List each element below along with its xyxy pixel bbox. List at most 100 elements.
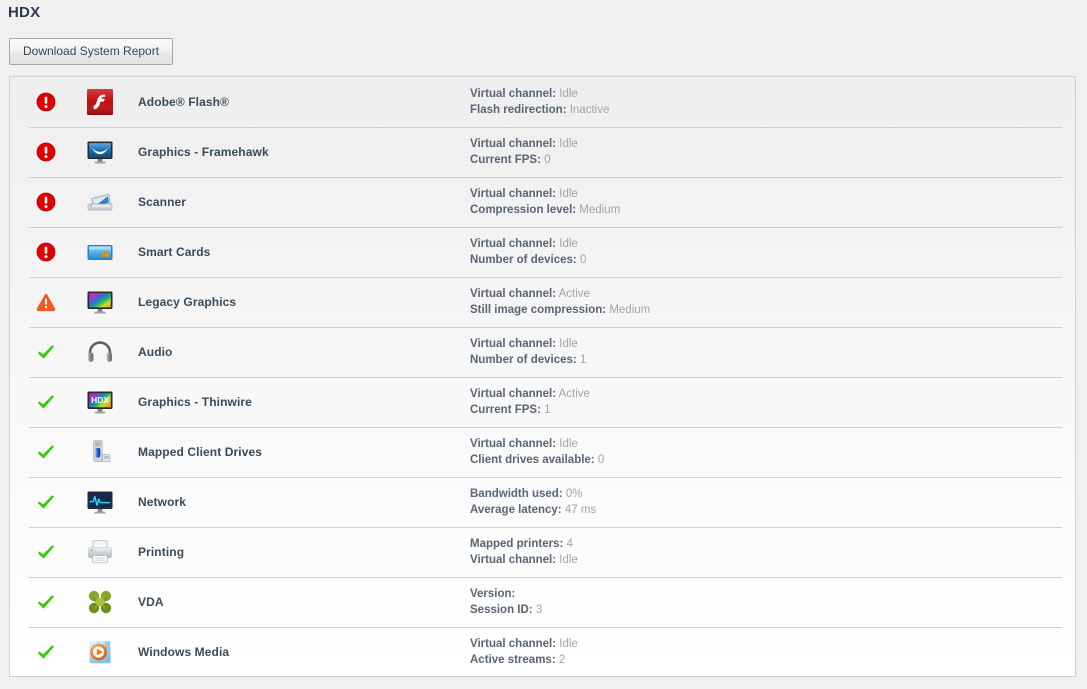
detail-key: Virtual channel:: [470, 438, 556, 450]
usb-drive-icon: [85, 437, 115, 467]
detail-value: 2: [559, 654, 565, 666]
scanner-icon: [85, 187, 115, 217]
channel-details: Bandwidth used: 0% Average latency: 47 ms: [470, 486, 1075, 518]
legacy-graphics-monitor-icon: [85, 287, 115, 317]
status-cell: [10, 92, 72, 112]
detail-value: Medium: [579, 204, 620, 216]
status-cell: [10, 242, 72, 262]
channel-name: Printing: [128, 545, 470, 559]
detail-key: Mapped printers:: [470, 538, 563, 550]
check-mark-icon: [36, 642, 56, 662]
channel-details: Virtual channel: IdleNumber of devices: …: [470, 336, 1075, 368]
framehawk-monitor-icon: [85, 137, 115, 167]
status-cell: [10, 292, 72, 312]
check-mark-icon: [36, 592, 56, 612]
printer-icon: [85, 537, 115, 567]
detail-value: Idle: [559, 188, 578, 200]
channel-name: Graphics - Framehawk: [128, 145, 470, 159]
detail-line: Virtual channel: Idle: [470, 436, 1075, 452]
table-row: Windows MediaVirtual channel: IdleActive…: [10, 627, 1075, 677]
detail-key: Bandwidth used:: [470, 488, 563, 500]
detail-line: Session ID: 3: [470, 602, 1075, 618]
detail-value: 47 ms: [565, 504, 596, 516]
detail-key: Number of devices:: [470, 354, 577, 366]
status-cell: [10, 192, 72, 212]
download-system-report-button[interactable]: Download System Report: [9, 38, 173, 65]
hdx-page: HDX Download System Report Adobe® Flash®…: [0, 0, 1087, 689]
detail-line: Number of devices: 0: [470, 252, 1075, 268]
check-mark-icon: [36, 442, 56, 462]
detail-line: Mapped printers: 4: [470, 536, 1075, 552]
status-cell: [10, 142, 72, 162]
detail-key: Virtual channel:: [470, 388, 556, 400]
detail-key: Virtual channel:: [470, 188, 556, 200]
detail-line: Compression level: Medium: [470, 202, 1075, 218]
detail-value: 4: [567, 538, 573, 550]
app-icon-cell: [72, 587, 128, 617]
detail-value: Active: [559, 388, 590, 400]
app-icon-cell: [72, 287, 128, 317]
status-cell: [10, 642, 72, 662]
detail-line: Current FPS: 1: [470, 402, 1075, 418]
detail-value: Idle: [559, 638, 578, 650]
detail-line: Virtual channel: Idle: [470, 336, 1075, 352]
vda-citrix-icon: [85, 587, 115, 617]
detail-value: Idle: [559, 138, 578, 150]
channel-details: Virtual channel: IdleClient drives avail…: [470, 436, 1075, 468]
status-cell: [10, 542, 72, 562]
channel-name: Scanner: [128, 195, 470, 209]
channel-name: Legacy Graphics: [128, 295, 470, 309]
detail-value: Inactive: [570, 104, 610, 116]
channel-details: Virtual channel: Active Current FPS: 1: [470, 386, 1075, 418]
channel-details: Virtual channel: ActiveStill image compr…: [470, 286, 1075, 318]
status-cell: [10, 592, 72, 612]
detail-value: 0: [580, 254, 586, 266]
app-icon-cell: [72, 387, 128, 417]
channel-details: Mapped printers: 4Virtual channel: Idle: [470, 536, 1075, 568]
detail-line: Client drives available: 0: [470, 452, 1075, 468]
detail-value: Idle: [559, 554, 578, 566]
table-row: PrintingMapped printers: 4Virtual channe…: [10, 527, 1075, 577]
detail-line: Version:: [470, 586, 1075, 602]
detail-value: 3: [536, 604, 542, 616]
detail-key: Number of devices:: [470, 254, 577, 266]
detail-value: 0: [598, 454, 604, 466]
detail-line: Flash redirection: Inactive: [470, 102, 1075, 118]
smart-card-icon: [85, 237, 115, 267]
error-circle-icon: [36, 92, 56, 112]
detail-key: Current FPS:: [470, 154, 541, 166]
detail-value: 1: [544, 404, 550, 416]
thinwire-hdx-monitor-icon: [85, 387, 115, 417]
channel-details: Virtual channel: Idle Compression level: …: [470, 186, 1075, 218]
app-icon-cell: [72, 137, 128, 167]
error-circle-icon: [36, 192, 56, 212]
channel-name: Network: [128, 495, 470, 509]
app-icon-cell: [72, 87, 128, 117]
detail-value: Medium: [609, 304, 650, 316]
detail-key: Version:: [470, 588, 515, 600]
detail-line: Average latency: 47 ms: [470, 502, 1075, 518]
detail-line: Still image compression: Medium: [470, 302, 1075, 318]
toolbar: Download System Report: [9, 38, 173, 65]
detail-value: Idle: [559, 88, 578, 100]
table-row: VDAVersion: Session ID: 3: [10, 577, 1075, 627]
channel-name: Smart Cards: [128, 245, 470, 259]
hdx-channel-panel: Adobe® Flash® Virtual channel: Idle Flash …: [9, 76, 1076, 677]
detail-key: Flash redirection:: [470, 104, 567, 116]
channel-name: Adobe® Flash®: [128, 95, 470, 109]
detail-key: Virtual channel:: [470, 338, 556, 350]
channel-details: Virtual channel: IdleActive streams: 2: [470, 636, 1075, 668]
detail-line: Current FPS: 0: [470, 152, 1075, 168]
app-icon-cell: [72, 237, 128, 267]
table-row: Smart CardsVirtual channel: IdleNumber o…: [10, 227, 1075, 277]
app-icon-cell: [72, 487, 128, 517]
detail-value: 0%: [566, 488, 583, 500]
app-icon-cell: [72, 637, 128, 667]
detail-key: Virtual channel:: [470, 638, 556, 650]
check-mark-icon: [36, 392, 56, 412]
app-icon-cell: [72, 537, 128, 567]
detail-key: Virtual channel:: [470, 288, 556, 300]
channel-details: Virtual channel: IdleCurrent FPS: 0: [470, 136, 1075, 168]
status-cell: [10, 342, 72, 362]
status-cell: [10, 392, 72, 412]
